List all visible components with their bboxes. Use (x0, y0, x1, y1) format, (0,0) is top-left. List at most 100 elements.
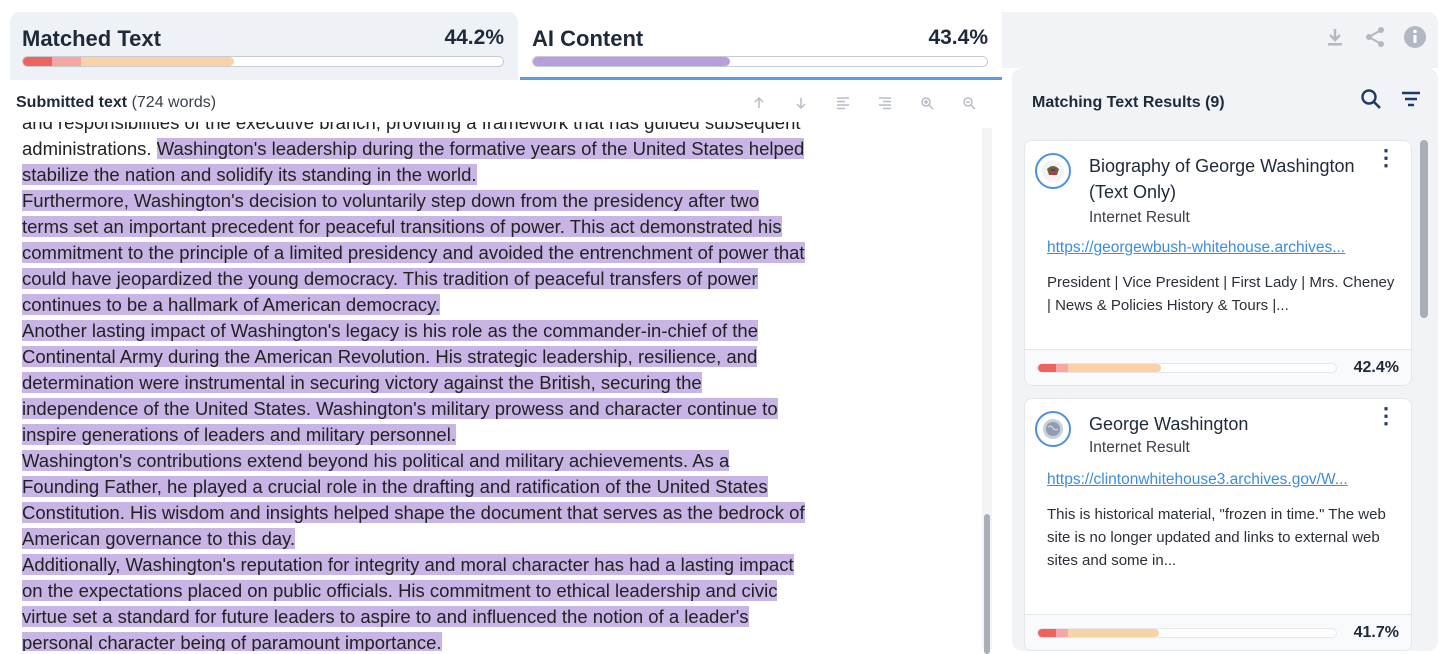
search-icon[interactable] (1360, 88, 1382, 115)
progress-segment (1055, 364, 1068, 372)
text-highlight[interactable]: Furthermore, Washington's decision to vo… (22, 190, 760, 211)
matched-progress-bar (22, 56, 504, 67)
result-title[interactable]: George Washington (1089, 411, 1369, 437)
text-line: Furthermore, Washington's decision to vo… (22, 188, 860, 214)
text-highlight[interactable]: Continental Army during the American Rev… (22, 346, 758, 367)
result-link[interactable]: https://georgewbush-whitehouse.archives.… (1047, 239, 1397, 257)
result-type: Internet Result (1089, 209, 1190, 226)
text-highlight[interactable]: virtue set a standard for future leaders… (22, 606, 749, 627)
arrow-down-icon[interactable] (780, 90, 822, 116)
progress-segment (1055, 629, 1068, 637)
result-link[interactable]: https://clintonwhitehouse3.archives.gov/… (1047, 471, 1397, 489)
result-card[interactable]: Biography of George Washington (Text Onl… (1024, 140, 1412, 386)
zoom-out-icon[interactable] (948, 90, 990, 116)
matching-results-panel: Matching Text Results (9) Biography of G… (1012, 68, 1438, 651)
text-line: personal character being of paramount im… (22, 630, 860, 651)
text-line: Additionally, Washington's reputation fo… (22, 552, 860, 578)
result-description: President | Vice President | First Lady … (1047, 274, 1395, 314)
result-progress-bar (1037, 628, 1337, 638)
arrow-up-icon[interactable] (738, 90, 780, 116)
download-icon[interactable] (1320, 22, 1350, 52)
progress-segment (1038, 364, 1056, 372)
result-description: This is historical material, "frozen in … (1047, 506, 1386, 569)
text-line: terms set an important precedent for pea… (22, 214, 860, 240)
text-highlight[interactable]: could have jeopardized the young democra… (22, 268, 758, 289)
text-highlight[interactable]: personal character being of paramount im… (22, 632, 442, 651)
progress-segment (1067, 364, 1162, 372)
tab-matched-text[interactable]: Matched Text 44.2% (10, 12, 518, 80)
text-scrollbar-thumb[interactable] (984, 514, 990, 654)
text-line: American governance to this day. (22, 526, 860, 552)
text-highlight[interactable]: terms set an important precedent for pea… (22, 216, 782, 237)
text-line: administrations. Washington's leadership… (22, 136, 860, 162)
text-highlight[interactable]: Washington's leadership during the forma… (156, 138, 805, 159)
tab-ai-percent: 43.4% (928, 26, 988, 49)
submitted-label: Submitted text (16, 94, 128, 111)
info-icon[interactable] (1400, 22, 1430, 52)
result-type: Internet Result (1089, 439, 1190, 456)
result-percent: 41.7% (1353, 624, 1399, 641)
tab-ai-label: AI Content (532, 26, 644, 51)
more-options-icon[interactable]: ⋮ (1375, 405, 1397, 427)
progress-segment (1038, 629, 1056, 637)
text-line: Another lasting impact of Washington's l… (22, 318, 860, 344)
text-highlight[interactable]: American governance to this day. (22, 528, 296, 549)
text-line: determination were instrumental in secur… (22, 370, 860, 396)
text-highlight[interactable]: Constitution. His wisdom and insights he… (22, 502, 805, 523)
share-icon[interactable] (1360, 22, 1390, 52)
app: Matched Text 44.2% AI Content 43.4% Subm… (0, 0, 1448, 654)
text-line: Continental Army during the American Rev… (22, 344, 860, 370)
top-actions (1320, 22, 1430, 52)
text-line: virtue set a standard for future leaders… (22, 604, 860, 630)
result-percent: 42.4% (1353, 359, 1399, 376)
result-title[interactable]: Biography of George Washington (Text Onl… (1089, 153, 1369, 205)
text-highlight[interactable]: continues to be a hallmark of American d… (22, 294, 441, 315)
text-line: Washington's contributions extend beyond… (22, 448, 860, 474)
results-title: Matching Text Results (9) (1032, 94, 1225, 111)
progress-segment (23, 57, 52, 66)
submitted-header: Submitted text (724 words) (16, 94, 216, 112)
submitted-text-panel: Submitted text (724 words) and responsib… (0, 80, 1002, 654)
text-highlight[interactable]: determination were instrumental in secur… (22, 372, 702, 393)
result-card[interactable]: George Washington Internet Result https:… (1024, 398, 1412, 651)
globe-icon (1035, 411, 1071, 447)
tab-ai-content[interactable]: AI Content 43.4% (520, 12, 1002, 80)
result-footer: 42.4% (1025, 349, 1411, 385)
tab-matched-label: Matched Text (22, 26, 161, 51)
zoom-in-icon[interactable] (906, 90, 948, 116)
text-line: commitment to the principle of a limited… (22, 240, 860, 266)
text-highlight[interactable]: on the expectations placed on public off… (22, 580, 778, 601)
text-highlight[interactable]: Washington's contributions extend beyond… (22, 450, 730, 471)
text-line: Constitution. His wisdom and insights he… (22, 500, 860, 526)
text-highlight[interactable]: stabilize the nation and solidify its st… (22, 164, 477, 185)
text-plain: and responsibilities of the executive br… (22, 122, 801, 133)
text-highlight[interactable]: Another lasting impact of Washington's l… (22, 320, 759, 341)
text-highlight[interactable]: independence of the United States. Washi… (22, 398, 778, 419)
submitted-text-body: and responsibilities of the executive br… (0, 122, 980, 651)
align-left-icon[interactable] (822, 90, 864, 116)
result-footer: 41.7% (1025, 614, 1411, 650)
text-line: on the expectations placed on public off… (22, 578, 860, 604)
align-right-icon[interactable] (864, 90, 906, 116)
results-scrollbar-thumb[interactable] (1420, 140, 1428, 318)
text-scrollbar[interactable] (982, 128, 992, 654)
filter-icon[interactable] (1400, 88, 1422, 115)
text-highlight[interactable]: Founding Father, he played a crucial rol… (22, 476, 768, 497)
text-highlight[interactable]: inspire generations of leaders and milit… (22, 424, 456, 445)
ai-progress-bar (532, 56, 988, 67)
results-actions (1360, 88, 1422, 115)
text-highlight[interactable]: commitment to the principle of a limited… (22, 242, 805, 263)
word-count: (724 words) (131, 94, 217, 111)
more-options-icon[interactable]: ⋮ (1375, 147, 1397, 169)
tab-matched-percent: 44.2% (444, 26, 504, 49)
text-toolbar (738, 90, 990, 116)
seal-icon (1035, 153, 1071, 189)
text-line: stabilize the nation and solidify its st… (22, 162, 860, 188)
text-line: could have jeopardized the young democra… (22, 266, 860, 292)
text-highlight[interactable]: Additionally, Washington's reputation fo… (22, 554, 794, 575)
text-line: independence of the United States. Washi… (22, 396, 860, 422)
right-top-bar (1002, 12, 1438, 68)
text-line: continues to be a hallmark of American d… (22, 292, 860, 318)
progress-segment (1067, 629, 1160, 637)
progress-segment (51, 57, 81, 66)
